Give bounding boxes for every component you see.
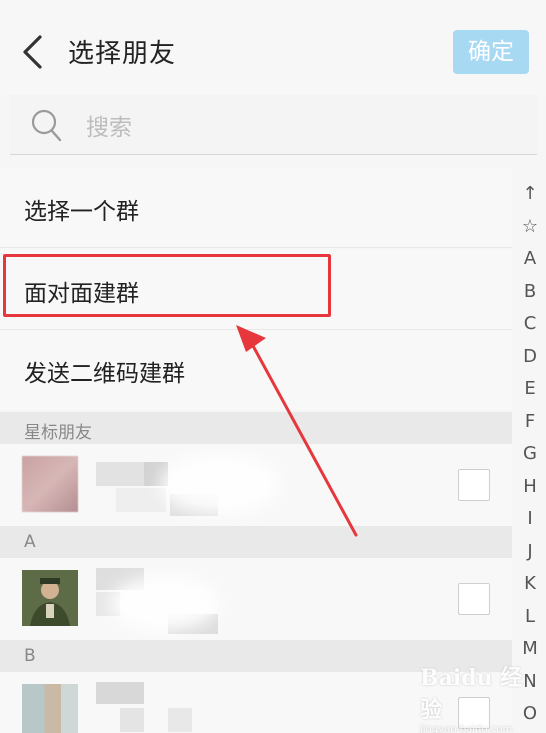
page-title: 选择朋友 xyxy=(68,39,177,69)
index-letter-h[interactable]: H xyxy=(514,471,546,504)
index-letter-j[interactable]: J xyxy=(514,536,546,569)
confirm-button[interactable]: 确定 xyxy=(453,30,529,74)
index-letter-a[interactable]: A xyxy=(514,243,546,276)
select-checkbox[interactable] xyxy=(458,469,490,501)
search-field[interactable]: 搜索 xyxy=(10,95,537,155)
friend-row[interactable] xyxy=(0,558,512,640)
section-label: 星标朋友 xyxy=(24,423,92,443)
index-letter-i[interactable]: I xyxy=(514,503,546,536)
alphabet-index[interactable]: ↑ ☆ A B C D E F G H I J K L M N O xyxy=(514,178,546,731)
navigation-bar: 选择朋友 确定 xyxy=(0,0,546,95)
section-label: A xyxy=(24,532,36,552)
avatar xyxy=(22,684,78,733)
section-header-a: A xyxy=(0,526,512,558)
search-placeholder: 搜索 xyxy=(86,115,132,141)
menu-item-label: 选择一个群 xyxy=(24,199,139,225)
blurred-name xyxy=(96,682,246,733)
watermark-sub: jingyan.baidu.com xyxy=(420,724,513,733)
index-letter-b[interactable]: B xyxy=(514,276,546,309)
index-letter-l[interactable]: L xyxy=(514,601,546,634)
index-letter-g[interactable]: G xyxy=(514,438,546,471)
highlight-box xyxy=(3,254,331,317)
menu-item-label: 发送二维码建群 xyxy=(24,361,185,387)
back-arrow-icon[interactable] xyxy=(20,34,46,70)
index-letter-k[interactable]: K xyxy=(514,568,546,601)
avatar xyxy=(22,456,78,512)
index-up-arrow[interactable]: ↑ xyxy=(514,178,546,211)
baidu-watermark: Baidu 经验 jingyan.baidu.com xyxy=(420,660,530,733)
qr-code-group-item[interactable]: 发送二维码建群 xyxy=(0,330,512,410)
avatar xyxy=(22,570,78,626)
select-group-item[interactable]: 选择一个群 xyxy=(0,168,512,248)
person-photo-icon xyxy=(22,570,78,626)
section-header-starred: 星标朋友 xyxy=(0,412,512,444)
search-icon xyxy=(31,109,62,142)
friend-row[interactable] xyxy=(0,444,512,526)
watermark-main: Baidu 经验 xyxy=(420,665,523,723)
select-checkbox[interactable] xyxy=(458,583,490,615)
section-label: B xyxy=(24,646,36,666)
index-letter-f[interactable]: F xyxy=(514,406,546,439)
index-letter-e[interactable]: E xyxy=(514,373,546,406)
index-star[interactable]: ☆ xyxy=(514,211,546,244)
index-letter-d[interactable]: D xyxy=(514,341,546,374)
index-letter-c[interactable]: C xyxy=(514,308,546,341)
